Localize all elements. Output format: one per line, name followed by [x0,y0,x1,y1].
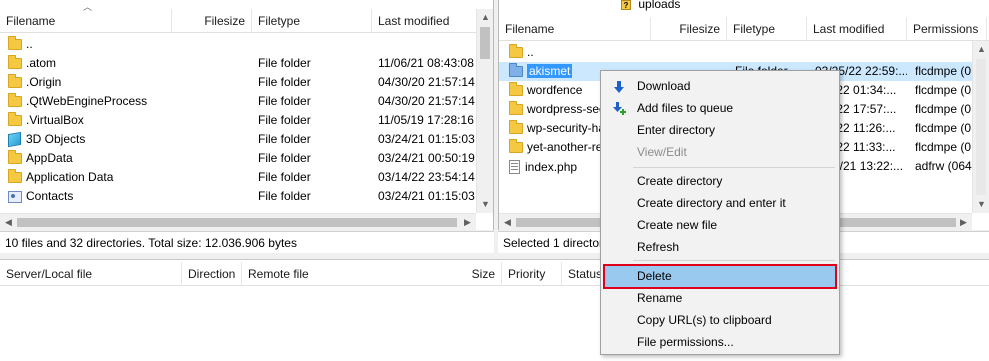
menu-separator [633,260,835,261]
transfer-queue: Server/Local file Direction Remote file … [0,259,989,361]
scroll-right-icon[interactable]: ▶ [459,214,476,230]
download-arrow-icon [612,79,626,93]
local-status-bar: 10 files and 32 directories. Total size:… [0,231,494,253]
table-row[interactable]: 3D Objects File folder 03/24/21 01:15:03 [0,130,493,149]
table-row[interactable]: .QtWebEngineProcess File folder 04/30/20… [0,92,493,111]
menu-item-create-directory[interactable]: Create directory [603,170,837,192]
unknown-folder-icon: ? [621,0,631,10]
folder-icon [509,44,523,58]
table-row[interactable]: Contacts File folder 03/24/21 01:15:03 [0,187,493,206]
local-horizontal-scrollbar[interactable]: ◀ ▶ [0,213,476,230]
table-row[interactable]: .. [0,35,493,54]
menu-item-delete[interactable]: Delete [603,264,837,289]
local-col-modified[interactable]: Last modified [372,9,477,33]
remote-col-permissions[interactable]: Permissions [907,17,987,41]
folder-icon [509,139,523,153]
menu-item-create-new-file[interactable]: Create new file [603,214,837,236]
table-row[interactable]: AppData File folder 03/24/21 00:50:19 [0,149,493,168]
remote-col-filetype[interactable]: Filetype [727,17,807,41]
scroll-thumb[interactable] [480,27,490,59]
3d-objects-icon [8,131,21,148]
local-rows: .. .atom File folder 11/06/21 08:43:08 .… [0,35,493,206]
scroll-left-icon[interactable]: ◀ [499,214,516,230]
table-row[interactable]: .. [499,43,989,62]
menu-item-enter-directory[interactable]: Enter directory [603,119,837,141]
menu-item-copy-url[interactable]: Copy URL(s) to clipboard [603,309,837,331]
local-vertical-scrollbar[interactable]: ▲ ▼ [476,9,493,213]
context-menu: Download Add files to queue Enter direct… [600,70,840,355]
folder-icon [8,55,22,69]
menu-item-view-edit: View/Edit [637,145,687,159]
menu-item-refresh[interactable]: Refresh [603,236,837,258]
sort-indicator-icon: ︿ [83,2,93,12]
queue-col-priority[interactable]: Priority [502,262,562,286]
local-col-filetype[interactable]: Filetype [252,9,372,33]
remote-vertical-scrollbar[interactable]: ▲ ▼ [972,41,989,213]
remote-col-modified[interactable]: Last modified [807,17,907,41]
local-file-list: Filename Filesize Filetype Last modified… [0,0,494,230]
queue-col-server[interactable]: Server/Local file [0,262,182,286]
add-to-queue-icon [612,101,626,115]
folder-icon [8,74,22,88]
folder-icon [509,101,523,115]
menu-item-file-permissions[interactable]: File permissions... [603,331,837,353]
scroll-down-icon[interactable]: ▼ [973,196,989,213]
menu-item-create-directory-enter[interactable]: Create directory and enter it [603,192,837,214]
folder-icon [8,93,22,107]
folder-icon [8,112,22,126]
table-row[interactable]: .VirtualBox File folder 11/05/19 17:28:1… [0,111,493,130]
remote-col-filesize[interactable]: Filesize [651,17,727,41]
folder-icon [8,150,22,164]
table-row[interactable]: Application Data File folder 03/14/22 23… [0,168,493,187]
remote-column-header: Filename Filesize Filetype Last modified… [499,17,989,41]
menu-item-download[interactable]: Download [603,75,837,97]
folder-icon [8,36,22,50]
queue-col-direction[interactable]: Direction [182,262,242,286]
scroll-thumb[interactable] [17,218,457,227]
scroll-thumb[interactable] [976,59,986,195]
scroll-down-icon[interactable]: ▼ [477,196,493,213]
scroll-right-icon[interactable]: ▶ [955,214,972,230]
scroll-up-icon[interactable]: ▲ [973,41,989,58]
menu-item-rename[interactable]: Rename [603,287,837,309]
folder-icon [509,120,523,134]
scroll-left-icon[interactable]: ◀ [0,214,17,230]
scroll-up-icon[interactable]: ▲ [477,9,493,26]
menu-item-add-to-queue[interactable]: Add files to queue [603,97,837,119]
folder-icon [509,82,523,96]
queue-col-size[interactable]: Size [430,262,502,286]
local-column-header: Filename Filesize Filetype Last modified… [0,2,493,33]
remote-tree-item[interactable]: ? uploads [621,0,680,10]
php-file-icon [509,160,520,174]
remote-col-filename[interactable]: Filename [499,17,651,41]
menu-separator [633,167,835,168]
folder-icon [8,169,22,183]
local-col-filesize[interactable]: Filesize [172,9,252,33]
contacts-icon [8,191,22,203]
queue-column-header: Server/Local file Direction Remote file … [0,262,989,286]
table-row[interactable]: .atom File folder 11/06/21 08:43:08 [0,54,493,73]
table-row[interactable]: .Origin File folder 04/30/20 21:57:14 [0,73,493,92]
folder-icon [509,63,523,77]
